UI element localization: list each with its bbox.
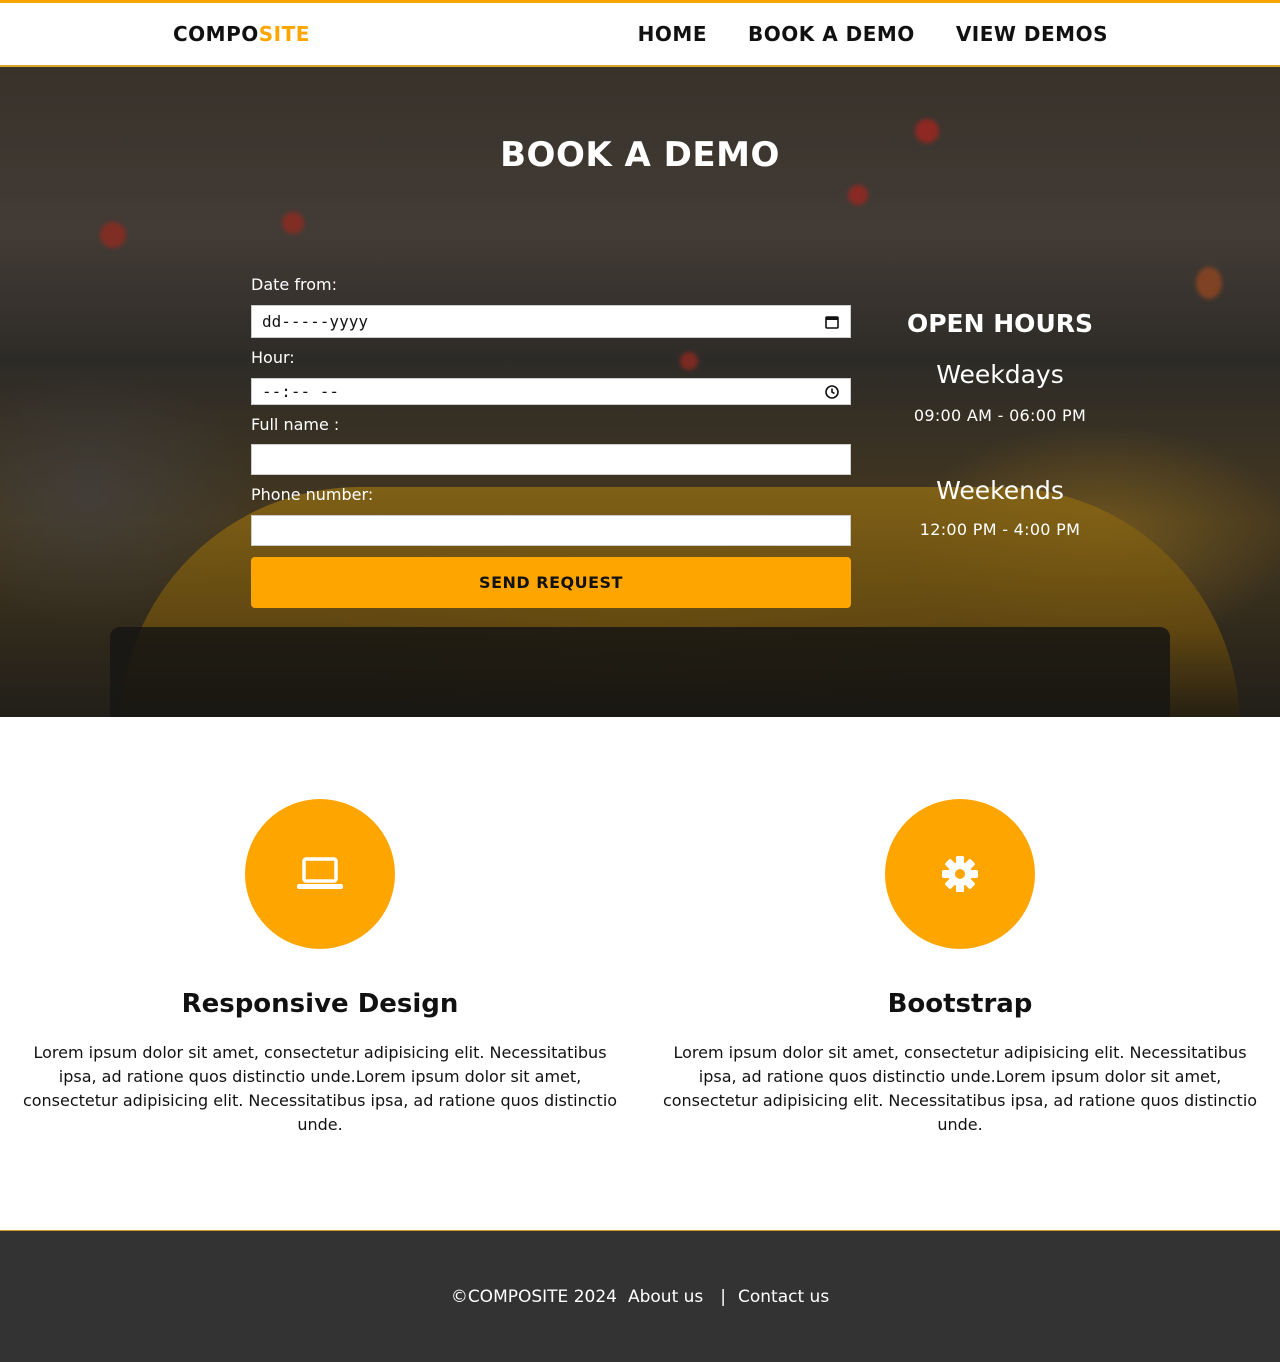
weekends-hours: 12:00 PM - 4:00 PM [919, 520, 1081, 539]
about-us-link[interactable]: About us [628, 1287, 703, 1307]
open-hours: OPEN HOURS Weekdays 09:00 AM - 06:00 PM … [880, 307, 1120, 541]
clock-icon[interactable] [824, 384, 840, 400]
hour-label: Hour: [251, 348, 295, 367]
phone-label: Phone number: [251, 485, 374, 504]
send-request-button[interactable]: SEND REQUEST [251, 557, 851, 608]
full-name-input[interactable] [251, 444, 851, 475]
contact-us-link[interactable]: Contact us [738, 1287, 829, 1307]
open-hours-title: OPEN HOURS [906, 309, 1093, 338]
date-label: Date from: [251, 275, 337, 294]
gear-icon [942, 856, 978, 892]
logo-text-main: COMPO [173, 22, 259, 46]
feature-text: Lorem ipsum dolor sit amet, consectetur … [662, 1043, 1258, 1134]
site-footer: ©COMPOSITE 2024 About us | Contact us [0, 1230, 1280, 1362]
phone-input[interactable] [251, 515, 851, 546]
site-header: COMPOSITE HOME BOOK A DEMO VIEW DEMOS [0, 0, 1280, 67]
calendar-icon[interactable] [824, 314, 840, 330]
page-title: BOOK A DEMO [500, 135, 780, 175]
main-nav: HOME BOOK A DEMO VIEW DEMOS [638, 22, 1108, 46]
weekdays-hours: 09:00 AM - 06:00 PM [913, 406, 1087, 425]
feature-icon-circle [885, 799, 1035, 949]
footer-separator: | [720, 1286, 726, 1307]
feature-text: Lorem ipsum dolor sit amet, consectetur … [22, 1043, 618, 1134]
laptop-icon [297, 857, 343, 889]
nav-view-demos[interactable]: VIEW DEMOS [956, 22, 1108, 46]
logo[interactable]: COMPOSITE [173, 22, 310, 46]
nav-home[interactable]: HOME [638, 22, 707, 46]
full-name-label: Full name : [251, 415, 340, 434]
feature-bootstrap: Bootstrap Lorem ipsum dolor sit amet, co… [660, 799, 1260, 1137]
copyright: ©COMPOSITE 2024 [450, 1286, 617, 1307]
feature-responsive-design: Responsive Design Lorem ipsum dolor sit … [20, 799, 620, 1137]
feature-title: Responsive Design [181, 989, 459, 1019]
nav-book-a-demo[interactable]: BOOK A DEMO [748, 22, 915, 46]
booking-form: Date from: dd-----yyyy Hour: --:-- -- Fu… [251, 272, 851, 608]
weekdays-label: Weekdays [936, 360, 1064, 389]
hour-input-value: --:-- -- [262, 382, 340, 401]
hour-input[interactable]: --:-- -- [251, 378, 851, 405]
hero-section: BOOK A DEMO Date from: dd-----yyyy Hour:… [0, 67, 1280, 717]
feature-title: Bootstrap [887, 989, 1033, 1019]
date-input-value: dd-----yyyy [262, 312, 368, 331]
logo-text-accent: SITE [258, 22, 310, 46]
date-input[interactable]: dd-----yyyy [251, 305, 851, 338]
weekends-label: Weekends [936, 476, 1064, 505]
feature-icon-circle [245, 799, 395, 949]
